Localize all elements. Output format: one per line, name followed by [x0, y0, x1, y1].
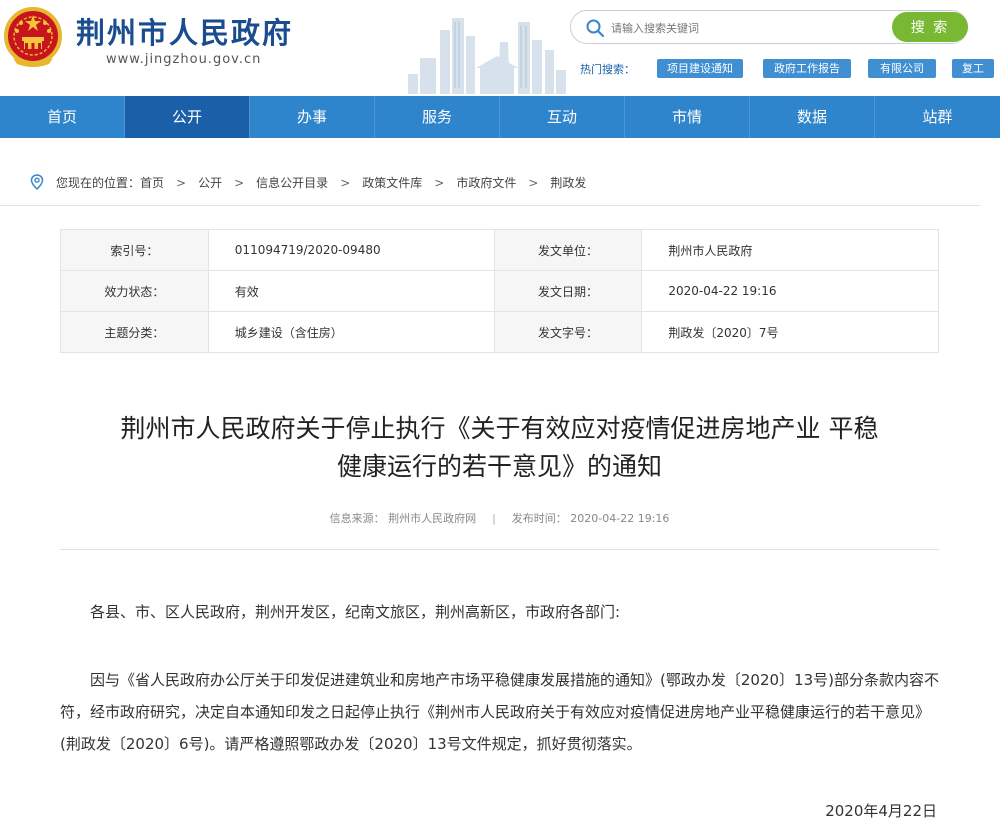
breadcrumb-separator: >: [176, 175, 187, 190]
breadcrumb-separator: >: [528, 175, 539, 190]
breadcrumb-public[interactable]: 公开: [198, 174, 222, 191]
nav-home[interactable]: 首页: [0, 96, 125, 138]
nav-data[interactable]: 数据: [750, 96, 875, 138]
meta-separator: |: [492, 512, 496, 525]
table-row: 索引号： 011094719/2020-09480 发文单位： 荆州市人民政府: [60, 229, 939, 271]
article-divider: [60, 549, 939, 550]
article-title-line-1: 荆州市人民政府关于停止执行《关于有效应对疫情促进房地产业 平稳: [120, 414, 879, 443]
breadcrumb-policy-library[interactable]: 政策文件库: [362, 174, 422, 191]
validity-status-value: 有效: [207, 270, 495, 312]
nav-services-office[interactable]: 办事: [250, 96, 375, 138]
issue-date-label: 发文日期：: [493, 270, 643, 312]
validity-status-label: 效力状态：: [60, 270, 209, 312]
table-row: 主题分类： 城乡建设（含住房） 发文字号： 荆政发〔2020〕7号: [60, 311, 939, 353]
nav-services[interactable]: 服务: [375, 96, 500, 138]
article-sign-date: 2020年4月22日: [825, 802, 937, 820]
hot-tag-work-report[interactable]: 政府工作报告: [763, 59, 851, 78]
issue-date-value: 2020-04-22 19:16: [641, 270, 939, 312]
breadcrumb-separator: >: [340, 175, 351, 190]
breadcrumb-jingzhengfa[interactable]: 荆政发: [550, 174, 586, 191]
breadcrumb-prefix: 您现在的位置：: [56, 176, 141, 190]
breadcrumb-home[interactable]: 首页: [140, 174, 164, 191]
topic-category-value: 城乡建设（含住房）: [207, 311, 495, 353]
breadcrumb-separator: >: [434, 175, 445, 190]
document-info-table: 索引号： 011094719/2020-09480 发文单位： 荆州市人民政府 …: [60, 229, 939, 353]
city-skyline-illustration: [408, 18, 566, 94]
article-greeting: 各县、市、区人民政府，荆州开发区，纪南文旅区，荆州高新区，市政府各部门:: [90, 603, 621, 621]
breadcrumb-trail: 您现在的位置： 首页 > 公开 > 信息公开目录 > 政策文件库 > 市政府文件…: [56, 174, 586, 191]
site-url: www.jingzhou.gov.cn: [106, 52, 262, 67]
hot-tag-limited-company[interactable]: 有限公司: [868, 59, 936, 78]
location-pin-icon: [30, 174, 44, 190]
breadcrumb-government-documents[interactable]: 市政府文件: [456, 174, 516, 191]
index-number-value: 011094719/2020-09480: [207, 229, 495, 271]
table-row: 效力状态： 有效 发文日期： 2020-04-22 19:16: [60, 270, 939, 312]
article-title: 荆州市人民政府关于停止执行《关于有效应对疫情促进房地产业 平稳 健康运行的若干意…: [60, 410, 939, 486]
article-meta: 信息来源： 荆州市人民政府网 | 发布时间： 2020-04-22 19:16: [60, 510, 939, 526]
document-number-value: 荆政发〔2020〕7号: [641, 311, 939, 353]
article-title-line-2: 健康运行的若干意见》的通知: [336, 452, 662, 481]
nav-interaction[interactable]: 互动: [500, 96, 625, 138]
hot-tag-project-notice[interactable]: 项目建设通知: [657, 59, 743, 78]
issuing-unit-label: 发文单位：: [493, 229, 643, 271]
issuing-unit-value: 荆州市人民政府: [641, 229, 939, 271]
info-source: 信息来源： 荆州市人民政府网: [329, 512, 477, 525]
search-button[interactable]: 搜 索: [892, 12, 968, 42]
site-title[interactable]: 荆州市人民政府: [76, 10, 293, 52]
site-header: 荆州市人民政府 www.jingzhou.gov.cn 请输入搜索关键词 搜 索…: [0, 0, 1000, 96]
document-number-label: 发文字号：: [493, 311, 643, 353]
breadcrumb-separator: >: [234, 175, 245, 190]
index-number-label: 索引号：: [60, 229, 209, 271]
nav-site-group[interactable]: 站群: [875, 96, 1000, 138]
nav-city-info[interactable]: 市情: [625, 96, 750, 138]
breadcrumb-disclosure-catalog[interactable]: 信息公开目录: [256, 174, 328, 191]
hot-search-label: 热门搜索：: [580, 63, 635, 76]
main-nav: 首页 公开 办事 服务 互动 市情 数据 站群: [0, 96, 1000, 138]
search-input[interactable]: [611, 17, 881, 39]
national-emblem-icon: [4, 7, 62, 67]
publish-time: 发布时间： 2020-04-22 19:16: [511, 512, 670, 525]
search-icon: [586, 19, 605, 38]
topic-category-label: 主题分类：: [60, 311, 209, 353]
breadcrumb: 您现在的位置： 首页 > 公开 > 信息公开目录 > 政策文件库 > 市政府文件…: [0, 160, 980, 206]
hot-tag-resume-work[interactable]: 复工: [952, 59, 994, 78]
nav-public[interactable]: 公开: [125, 96, 250, 138]
article-body: 因与《省人民政府办公厅关于印发促进建筑业和房地产市场平稳健康发展措施的通知》(鄂…: [60, 671, 939, 753]
